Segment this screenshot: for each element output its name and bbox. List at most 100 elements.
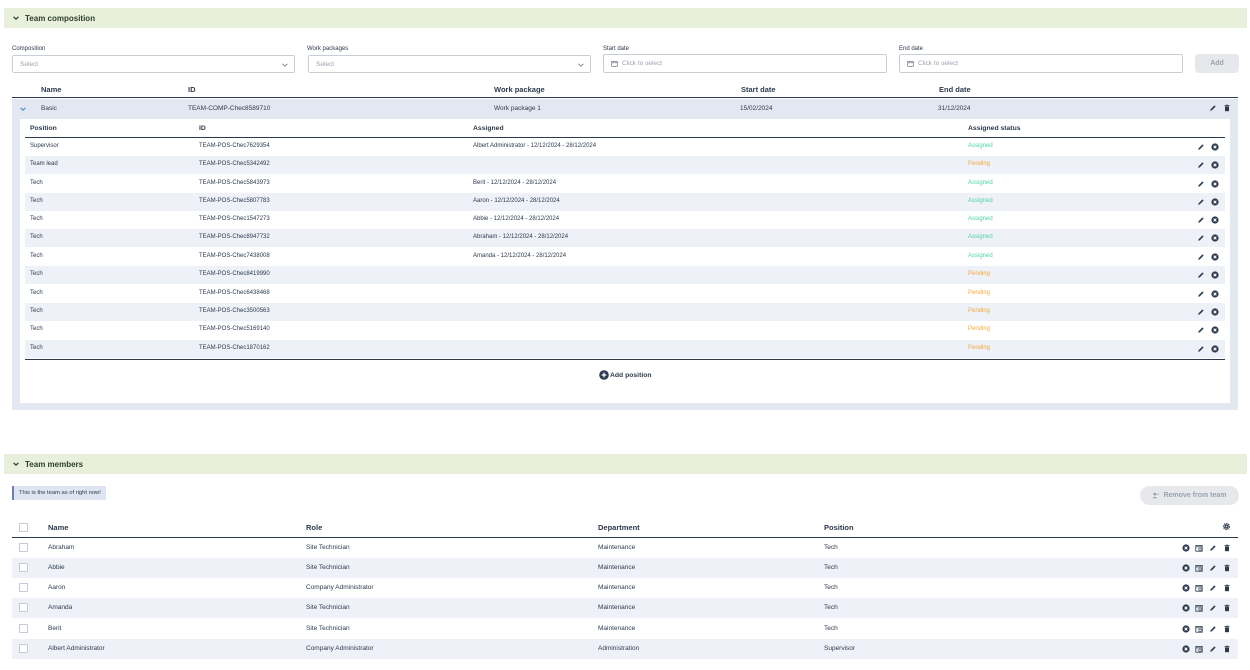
team-members-header[interactable]: Team members: [4, 454, 1247, 474]
chevron-down-icon[interactable]: [19, 105, 27, 113]
remove-circle-icon[interactable]: [1182, 584, 1190, 592]
trash-icon[interactable]: [1223, 544, 1231, 552]
position-row[interactable]: Tech TEAM-POS-Chec5807783 Aaron - 12/12/…: [25, 193, 1225, 211]
remove-circle-icon[interactable]: [1211, 290, 1219, 298]
position-row[interactable]: Tech TEAM-POS-Chec7438008 Amanda - 12/12…: [25, 248, 1225, 266]
pencil-icon[interactable]: [1197, 180, 1205, 188]
remove-circle-icon[interactable]: [1211, 161, 1219, 169]
composition-row[interactable]: Basic TEAM-COMP-Chec8589710 Work package…: [12, 99, 1238, 118]
row-checkbox[interactable]: [19, 563, 28, 572]
pencil-icon[interactable]: [1209, 604, 1217, 612]
pencil-icon[interactable]: [1197, 345, 1205, 353]
pencil-icon[interactable]: [1197, 326, 1205, 334]
position-status: Assigned: [968, 143, 993, 149]
remove-circle-icon[interactable]: [1211, 198, 1219, 206]
pencil-icon[interactable]: [1197, 290, 1205, 298]
pencil-icon[interactable]: [1197, 308, 1205, 316]
gear-icon[interactable]: [1222, 522, 1231, 531]
pencil-icon[interactable]: [1209, 104, 1217, 112]
pencil-icon[interactable]: [1209, 584, 1217, 592]
trash-icon[interactable]: [1223, 564, 1231, 572]
position-id: TEAM-POS-Chec5807783: [199, 198, 270, 204]
positions-table-header: Position ID Assigned Assigned status: [25, 121, 1225, 138]
position-row[interactable]: Team lead TEAM-POS-Chec5342492 Pending: [25, 156, 1225, 174]
position-row[interactable]: Tech TEAM-POS-Chec6438468 Pending: [25, 285, 1225, 303]
column-end-date: End date: [939, 85, 971, 94]
row-checkbox[interactable]: [19, 624, 28, 633]
trash-icon[interactable]: [1223, 625, 1231, 633]
work-packages-placeholder: Select: [316, 60, 335, 68]
end-date-picker[interactable]: Click to select: [899, 54, 1183, 73]
select-all-checkbox[interactable]: [19, 523, 28, 532]
member-role: Site Technician: [306, 604, 350, 611]
member-name: Berit: [48, 625, 62, 632]
pencil-icon[interactable]: [1197, 271, 1205, 279]
pencil-icon[interactable]: [1209, 625, 1217, 633]
position-row[interactable]: Tech TEAM-POS-Chec1547273 Abbie - 12/12/…: [25, 211, 1225, 229]
remove-circle-icon[interactable]: [1211, 326, 1219, 334]
row-checkbox[interactable]: [19, 603, 28, 612]
remove-circle-icon[interactable]: [1211, 143, 1219, 151]
add-composition-button[interactable]: Add: [1195, 54, 1239, 73]
remove-circle-icon[interactable]: [1182, 645, 1190, 653]
remove-circle-icon[interactable]: [1211, 253, 1219, 261]
pencil-icon[interactable]: [1209, 645, 1217, 653]
remove-circle-icon[interactable]: [1211, 345, 1219, 353]
remove-circle-icon[interactable]: [1182, 564, 1190, 572]
remove-circle-icon[interactable]: [1211, 180, 1219, 188]
calendar-clock-icon[interactable]: [1195, 564, 1203, 572]
member-row[interactable]: Albert Administrator Company Administrat…: [12, 639, 1238, 659]
remove-circle-icon[interactable]: [1211, 271, 1219, 279]
pencil-icon[interactable]: [1197, 216, 1205, 224]
calendar-clock-icon[interactable]: [1195, 645, 1203, 653]
position-row[interactable]: Tech TEAM-POS-Chec5169140 Pending: [25, 321, 1225, 339]
remove-circle-icon[interactable]: [1211, 234, 1219, 242]
member-name: Albert Administrator: [48, 645, 105, 652]
calendar-clock-icon[interactable]: [1195, 584, 1203, 592]
position-row[interactable]: Tech TEAM-POS-Chec8947732 Abraham - 12/1…: [25, 229, 1225, 247]
team-composition-header[interactable]: Team composition: [4, 8, 1247, 28]
pencil-icon[interactable]: [1209, 564, 1217, 572]
calendar-clock-icon[interactable]: [1195, 604, 1203, 612]
trash-icon[interactable]: [1223, 645, 1231, 653]
position-row[interactable]: Tech TEAM-POS-Chec3500563 Pending: [25, 303, 1225, 321]
pencil-icon[interactable]: [1197, 198, 1205, 206]
position-row[interactable]: Supervisor TEAM-POS-Chec7629354 Albert A…: [25, 138, 1225, 156]
remove-circle-icon[interactable]: [1211, 216, 1219, 224]
remove-circle-icon[interactable]: [1182, 604, 1190, 612]
pencil-icon[interactable]: [1197, 234, 1205, 242]
remove-from-team-button[interactable]: Remove from team: [1140, 486, 1239, 505]
pencil-icon[interactable]: [1197, 143, 1205, 151]
position-row[interactable]: Tech TEAM-POS-Chec5843973 Berit - 12/12/…: [25, 175, 1225, 193]
pencil-icon[interactable]: [1197, 253, 1205, 261]
calendar-clock-icon[interactable]: [1195, 625, 1203, 633]
column-start-date: Start date: [741, 85, 776, 94]
positions-divider: [25, 359, 1225, 360]
position-row[interactable]: Tech TEAM-POS-Chec8419990 Pending: [25, 266, 1225, 284]
pencil-icon[interactable]: [1209, 544, 1217, 552]
trash-icon[interactable]: [1223, 584, 1231, 592]
member-row[interactable]: Aaron Company Administrator Maintenance …: [12, 578, 1238, 598]
row-checkbox[interactable]: [19, 543, 28, 552]
trash-icon[interactable]: [1223, 104, 1231, 112]
position-row[interactable]: Tech TEAM-POS-Chec1870162 Pending: [25, 340, 1225, 358]
start-date-picker[interactable]: Click to select: [603, 54, 887, 73]
remove-circle-icon[interactable]: [1182, 544, 1190, 552]
pencil-icon[interactable]: [1197, 161, 1205, 169]
composition-select[interactable]: Select: [12, 55, 295, 73]
start-date-placeholder: Click to select: [622, 60, 663, 67]
column-position: Position: [30, 125, 57, 132]
remove-circle-icon[interactable]: [1211, 308, 1219, 316]
member-row[interactable]: Abraham Site Technician Maintenance Tech: [12, 538, 1238, 558]
add-position-button[interactable]: Add position: [599, 370, 652, 380]
work-packages-select[interactable]: Select: [308, 55, 591, 73]
row-checkbox[interactable]: [19, 644, 28, 653]
info-banner: This is the team as of right now!: [12, 486, 106, 500]
member-row[interactable]: Berit Site Technician Maintenance Tech: [12, 619, 1238, 639]
calendar-clock-icon[interactable]: [1195, 544, 1203, 552]
remove-circle-icon[interactable]: [1182, 625, 1190, 633]
trash-icon[interactable]: [1223, 604, 1231, 612]
member-row[interactable]: Amanda Site Technician Maintenance Tech: [12, 598, 1238, 618]
member-row[interactable]: Abbie Site Technician Maintenance Tech: [12, 558, 1238, 578]
row-checkbox[interactable]: [19, 583, 28, 592]
